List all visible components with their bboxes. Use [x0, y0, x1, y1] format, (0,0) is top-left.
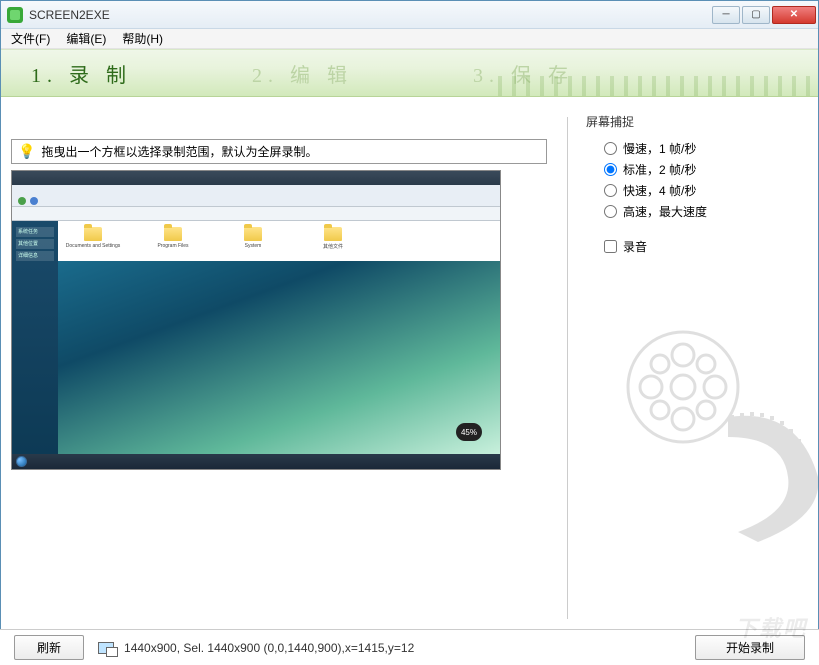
- radio-max[interactable]: 高速，最大速度: [604, 203, 798, 220]
- preview-sidebar-item: 其他位置: [16, 239, 54, 249]
- selection-icon: [98, 642, 114, 654]
- lightbulb-icon: 💡: [18, 143, 35, 160]
- radio-standard-input[interactable]: [604, 163, 617, 176]
- preview-folder: Program Files: [148, 227, 198, 255]
- preview-taskbar: [12, 454, 500, 469]
- radio-standard[interactable]: 标准，2 帧/秒: [604, 161, 798, 178]
- preview-sidebar-item: 详细信息: [16, 251, 54, 261]
- footer-bar: 刷新 1440x900, Sel. 1440x900 (0,0,1440,900…: [0, 629, 819, 665]
- app-icon: [7, 7, 23, 23]
- titlebar[interactable]: SCREEN2EXE ─ ▢ ✕: [1, 1, 818, 29]
- minimize-button[interactable]: ─: [712, 6, 740, 24]
- folder-icon: [324, 227, 342, 241]
- step-record: 1. 录 制: [31, 59, 132, 88]
- left-pane: 💡 拖曳出一个方框以选择录制范围，默认为全屏录制。 系统任务 其他位置: [11, 109, 567, 627]
- radio-slow[interactable]: 慢速，1 帧/秒: [604, 140, 798, 157]
- right-pane: 屏幕捕捉 慢速，1 帧/秒 标准，2 帧/秒 快速，4 帧/秒 高速，最大速度 …: [568, 109, 808, 627]
- preview-folder: 其他文件: [308, 227, 358, 255]
- window-controls: ─ ▢ ✕: [712, 6, 816, 24]
- hint-text: 拖曳出一个方框以选择录制范围，默认为全屏录制。: [41, 143, 317, 160]
- preview-explorer-toolbar: [12, 171, 500, 207]
- menu-help[interactable]: 帮助(H): [116, 28, 169, 49]
- close-button[interactable]: ✕: [772, 6, 816, 24]
- start-record-button[interactable]: 开始录制: [695, 635, 805, 660]
- checkbox-audio[interactable]: 录音: [604, 238, 798, 255]
- radio-fast[interactable]: 快速，4 帧/秒: [604, 182, 798, 199]
- radio-standard-label: 标准，2 帧/秒: [623, 161, 696, 178]
- step-bar: 1. 录 制 2. 编 辑 3. 保 存: [1, 49, 818, 97]
- preview-file-list: Documents and Settings Program Files Sys…: [58, 221, 500, 261]
- menubar: 文件(F) 编辑(E) 帮助(H): [1, 29, 818, 49]
- radio-slow-input[interactable]: [604, 142, 617, 155]
- menu-edit[interactable]: 编辑(E): [60, 28, 112, 49]
- folder-icon: [244, 227, 262, 241]
- radio-slow-label: 慢速，1 帧/秒: [623, 140, 696, 157]
- step-save: 3. 保 存: [473, 59, 574, 88]
- preview-sidebar-item: 系统任务: [16, 227, 54, 237]
- radio-fast-label: 快速，4 帧/秒: [623, 182, 696, 199]
- folder-icon: [164, 227, 182, 241]
- app-window: SCREEN2EXE ─ ▢ ✕ 文件(F) 编辑(E) 帮助(H) 1. 录 …: [0, 0, 819, 665]
- maximize-button[interactable]: ▢: [742, 6, 770, 24]
- preview-address-bar: [12, 207, 500, 221]
- checkbox-audio-input[interactable]: [604, 240, 617, 253]
- status-text: 1440x900, Sel. 1440x900 (0,0,1440,900),x…: [124, 641, 695, 655]
- start-orb-icon: [16, 456, 27, 467]
- preview-sidebar: 系统任务 其他位置 详细信息: [12, 221, 58, 454]
- folder-icon: [84, 227, 102, 241]
- checkbox-audio-label: 录音: [623, 238, 647, 255]
- refresh-button[interactable]: 刷新: [14, 635, 84, 660]
- radio-max-label: 高速，最大速度: [623, 203, 707, 220]
- screen-preview[interactable]: 系统任务 其他位置 详细信息 Documents and Settings Pr…: [11, 170, 501, 470]
- step-edit: 2. 编 辑: [252, 59, 353, 88]
- hint-box: 💡 拖曳出一个方框以选择录制范围，默认为全屏录制。: [11, 139, 547, 164]
- window-title: SCREEN2EXE: [29, 8, 712, 22]
- preview-folder: System: [228, 227, 278, 255]
- radio-fast-input[interactable]: [604, 184, 617, 197]
- preview-desktop-bg: [58, 261, 500, 454]
- content-area: 💡 拖曳出一个方框以选择录制范围，默认为全屏录制。 系统任务 其他位置: [1, 97, 818, 627]
- film-reel-decoration: [588, 307, 819, 567]
- radio-max-input[interactable]: [604, 205, 617, 218]
- preview-folder: Documents and Settings: [68, 227, 118, 255]
- menu-file[interactable]: 文件(F): [5, 28, 56, 49]
- capture-group-title: 屏幕捕捉: [586, 113, 798, 130]
- preview-zoom-badge: 45%: [456, 423, 482, 441]
